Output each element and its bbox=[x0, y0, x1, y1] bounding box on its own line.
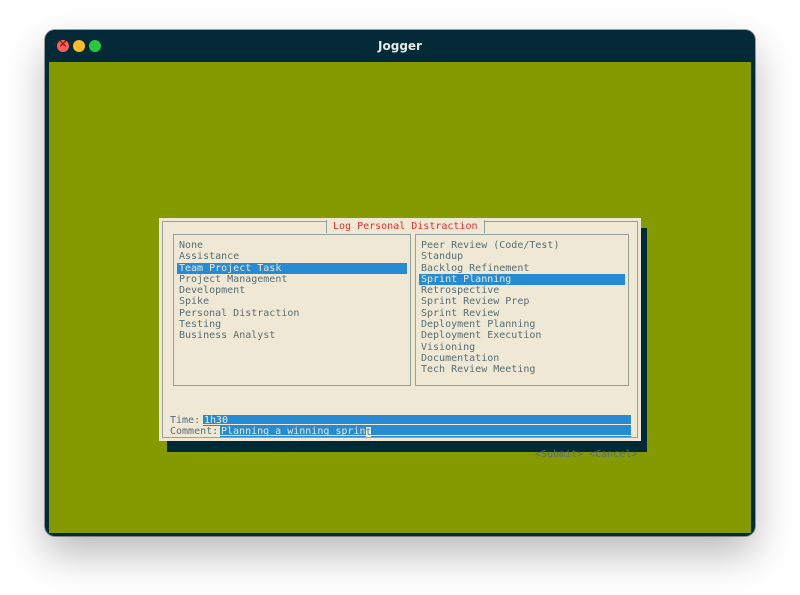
task-category-item[interactable]: Business Analyst bbox=[177, 330, 407, 341]
task-subtype-item[interactable]: Tech Review Meeting bbox=[419, 364, 625, 375]
time-input-underline bbox=[203, 424, 631, 425]
task-subtype-item[interactable]: Peer Review (Code/Test) bbox=[419, 240, 625, 251]
task-subtype-item[interactable]: Sprint Review bbox=[419, 308, 625, 319]
task-category-item[interactable]: Assistance bbox=[177, 251, 407, 262]
time-label: Time: bbox=[170, 415, 201, 426]
log-distraction-dialog: Log Personal Distraction None Assistance T… bbox=[159, 218, 641, 460]
time-input-value: 1h30 bbox=[204, 415, 229, 426]
task-subtype-item[interactable]: Deployment Execution bbox=[419, 330, 625, 341]
window-title: Jogger bbox=[378, 39, 422, 53]
cancel-button[interactable]: <Cancel> bbox=[589, 449, 637, 460]
task-category-item[interactable]: Team Project Task bbox=[177, 262, 407, 274]
time-input[interactable]: 1h30 bbox=[203, 415, 631, 426]
task-category-list[interactable]: None Assistance Team Project Task Project M… bbox=[173, 234, 411, 386]
terminal-area: Log Personal Distraction None Assistance T… bbox=[49, 62, 751, 533]
submit-button[interactable]: <Submit> bbox=[535, 449, 583, 460]
task-category-item[interactable]: Personal Distraction bbox=[177, 308, 407, 319]
comment-input[interactable]: Planning a winning sprint bbox=[220, 426, 631, 437]
dialog-buttons: <Submit> <Cancel> bbox=[535, 449, 637, 460]
comment-input-value: Planning a winning sprin bbox=[221, 426, 366, 437]
task-subtype-item[interactable]: Sprint Planning bbox=[419, 273, 625, 286]
task-subtype-item[interactable]: Documentation bbox=[419, 353, 625, 364]
comment-label: Comment: bbox=[170, 426, 219, 437]
task-category-item[interactable]: Project Management bbox=[177, 274, 407, 285]
dialog-title: Log Personal Distraction bbox=[326, 220, 485, 233]
task-category-item[interactable]: Development bbox=[177, 285, 407, 296]
task-subtype-item[interactable]: Standup bbox=[419, 251, 625, 262]
task-subtype-item[interactable]: Retrospective bbox=[419, 285, 625, 296]
task-category-item[interactable]: Spike bbox=[177, 296, 407, 307]
task-subtype-item[interactable]: Backlog Refinement bbox=[419, 263, 625, 274]
task-category-item[interactable]: None bbox=[177, 240, 407, 251]
task-subtype-item[interactable]: Visioning bbox=[419, 342, 625, 353]
task-subtype-list[interactable]: Peer Review (Code/Test) Standup Backlog Re… bbox=[415, 234, 629, 386]
task-subtype-item[interactable]: Deployment Planning bbox=[419, 319, 625, 330]
title-bar[interactable]: Jogger bbox=[45, 30, 755, 62]
task-category-item[interactable]: Testing bbox=[177, 319, 407, 330]
task-subtype-item[interactable]: Sprint Review Prep bbox=[419, 296, 625, 307]
app-window: Jogger Log Personal Distraction NoneAssi… bbox=[45, 30, 755, 536]
